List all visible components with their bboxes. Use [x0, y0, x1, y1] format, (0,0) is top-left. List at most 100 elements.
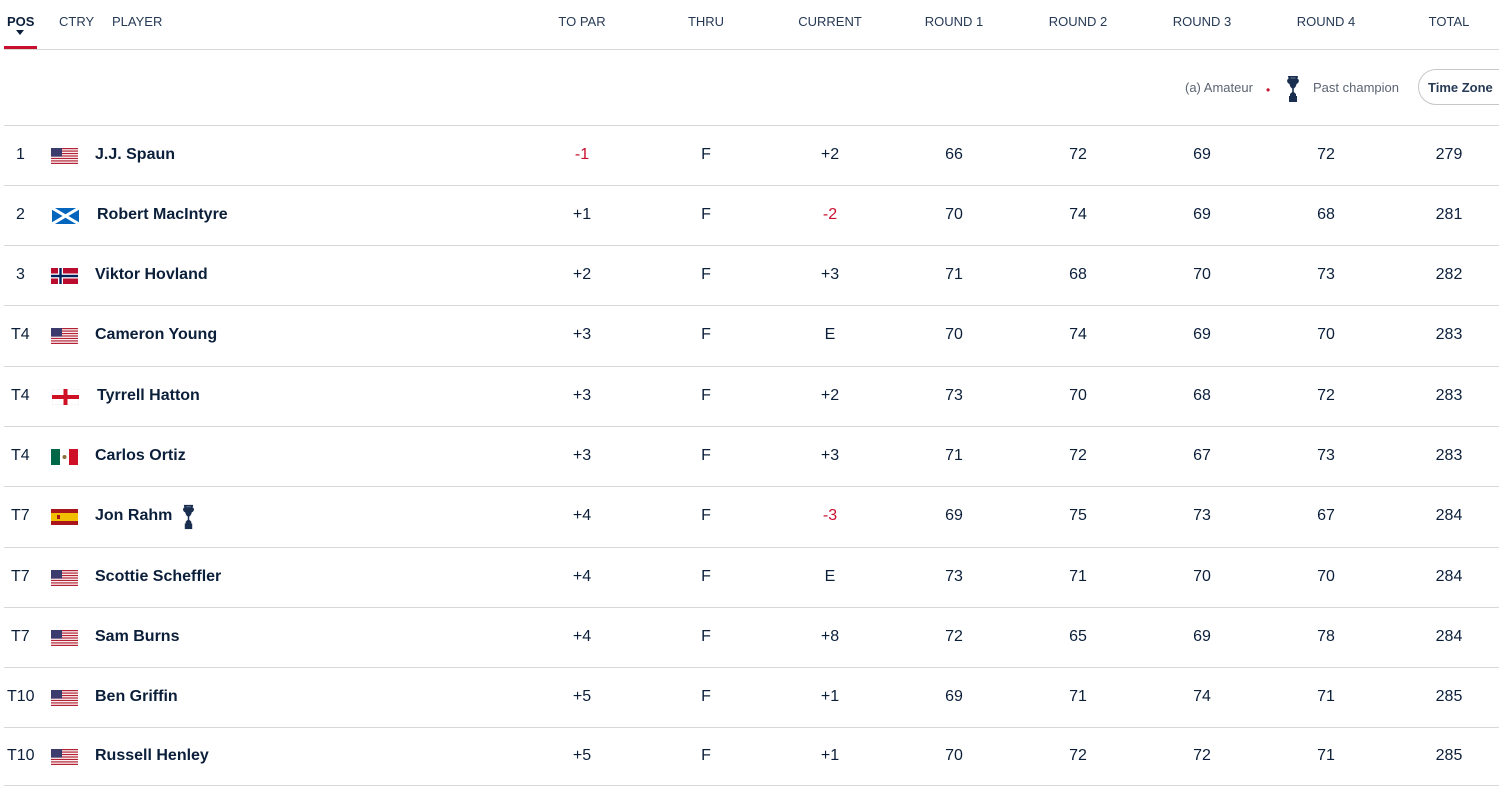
- round-2-cell: 74: [1069, 326, 1087, 343]
- round-1-cell: 70: [945, 746, 963, 764]
- column-header-to-par[interactable]: TO PAR: [558, 14, 605, 29]
- column-header-round-4[interactable]: ROUND 4: [1297, 14, 1356, 29]
- current-cell: +2: [820, 145, 840, 163]
- round-1-cell: 73: [945, 567, 963, 585]
- position-cell: 2: [16, 205, 25, 223]
- position-cell: T7: [11, 507, 30, 524]
- player-name-link[interactable]: Sam Burns: [95, 628, 179, 646]
- total-cell: 282: [1435, 265, 1463, 283]
- trophy-icon: [1286, 75, 1300, 103]
- position-cell: T4: [11, 386, 30, 404]
- current-cell: +3: [820, 446, 840, 464]
- round-1-cell: 66: [945, 145, 963, 163]
- to-par-cell: +4: [572, 567, 592, 585]
- round-1-cell: 71: [945, 265, 963, 283]
- mexico-flag-icon: [51, 448, 78, 465]
- table-row[interactable]: T4 Cameron Young +3 F E 70 74 69 70 283: [4, 306, 1499, 367]
- player-name-link[interactable]: Cameron Young: [95, 326, 217, 344]
- player-name-link[interactable]: Jon Rahm: [95, 507, 172, 525]
- scotland-flag-icon: [52, 207, 79, 224]
- legend-amateur: (a) Amateur: [1185, 80, 1253, 95]
- thru-cell: F: [701, 687, 711, 705]
- current-cell: -3: [822, 507, 838, 524]
- to-par-cell: +5: [572, 687, 592, 705]
- thru-cell: F: [701, 627, 711, 645]
- player-name-link[interactable]: Russell Henley: [95, 747, 209, 765]
- player-name-link[interactable]: Viktor Hovland: [95, 266, 208, 284]
- us-flag-icon: [51, 748, 78, 765]
- round-3-cell: 70: [1193, 265, 1211, 283]
- player-name-link[interactable]: Ben Griffin: [95, 688, 178, 706]
- column-header-round-2[interactable]: ROUND 2: [1049, 14, 1108, 29]
- total-cell: 283: [1435, 326, 1463, 343]
- thru-cell: F: [701, 326, 711, 343]
- round-3-cell: 69: [1193, 326, 1211, 343]
- to-par-cell: +3: [572, 446, 592, 464]
- total-cell: 284: [1435, 627, 1463, 645]
- thru-cell: F: [701, 567, 711, 585]
- column-header-ctry[interactable]: CTRY: [59, 14, 94, 29]
- table-row[interactable]: T4 Tyrrell Hatton +3 F +2 73 70 68 72 283: [4, 367, 1499, 427]
- player-name-link[interactable]: J.J. Spaun: [95, 146, 175, 164]
- time-zone-button[interactable]: Time Zone: [1418, 69, 1499, 105]
- current-cell: +1: [820, 687, 840, 705]
- total-cell: 283: [1435, 446, 1463, 464]
- position-cell: T7: [11, 627, 30, 645]
- to-par-cell: +1: [572, 205, 592, 223]
- round-4-cell: 71: [1317, 687, 1335, 705]
- sort-caret-down-icon: [16, 30, 24, 35]
- spain-flag-icon: [51, 509, 78, 525]
- round-4-cell: 73: [1317, 446, 1335, 464]
- table-row[interactable]: T7 Sam Burns +4 F +8 72 65 69 78 284: [4, 608, 1499, 668]
- thru-cell: F: [701, 205, 711, 223]
- table-row[interactable]: 2 Robert MacIntyre +1 F -2 70 74 69 68 281: [4, 186, 1499, 246]
- table-row[interactable]: T10 Russell Henley +5 F +1 70 72 72 71 285: [4, 728, 1499, 786]
- column-header-thru[interactable]: THRU: [688, 14, 724, 29]
- column-header-round-1[interactable]: ROUND 1: [925, 14, 984, 29]
- to-par-cell: +4: [572, 627, 592, 645]
- round-4-cell: 71: [1317, 746, 1335, 764]
- round-3-cell: 70: [1193, 567, 1211, 585]
- to-par-cell: +5: [572, 746, 592, 764]
- us-flag-icon: [51, 689, 78, 706]
- total-cell: 285: [1435, 746, 1463, 764]
- table-row[interactable]: 3 Viktor Hovland +2 F +3 71 68 70 73 282: [4, 246, 1499, 306]
- round-3-cell: 73: [1193, 507, 1211, 524]
- column-header-round-3[interactable]: ROUND 3: [1173, 14, 1232, 29]
- player-name-link[interactable]: Scottie Scheffler: [95, 568, 221, 586]
- to-par-cell: +2: [572, 265, 592, 283]
- current-cell: +2: [820, 386, 840, 404]
- round-2-cell: 72: [1069, 145, 1087, 163]
- table-row[interactable]: 1 J.J. Spaun -1 F +2 66 72 69 72 279: [4, 126, 1499, 186]
- england-flag-icon: [52, 388, 79, 405]
- round-3-cell: 68: [1193, 386, 1211, 404]
- column-header-player[interactable]: PLAYER: [112, 14, 162, 29]
- position-cell: 3: [16, 265, 25, 283]
- round-3-cell: 69: [1193, 205, 1211, 223]
- total-cell: 281: [1435, 205, 1463, 223]
- player-name-link[interactable]: Carlos Ortiz: [95, 447, 186, 465]
- table-row[interactable]: T4 Carlos Ortiz +3 F +3 71 72 67 73 283: [4, 427, 1499, 487]
- norway-flag-icon: [51, 267, 78, 284]
- table-row[interactable]: T7 Scottie Scheffler +4 F E 73 71 70 70 284: [4, 548, 1499, 608]
- column-header-current[interactable]: CURRENT: [798, 14, 862, 29]
- round-1-cell: 69: [945, 507, 963, 524]
- player-name-link[interactable]: Tyrrell Hatton: [97, 387, 200, 405]
- table-row[interactable]: T7 Jon Rahm +4 F -3 69 75 73 67 284: [4, 487, 1499, 548]
- current-cell: E: [824, 567, 836, 585]
- player-name-link[interactable]: Robert MacIntyre: [97, 206, 228, 224]
- column-header-total[interactable]: TOTAL: [1429, 14, 1470, 29]
- us-flag-icon: [51, 147, 78, 164]
- table-row[interactable]: T10 Ben Griffin +5 F +1 69 71 74 71 285: [4, 668, 1499, 728]
- total-cell: 284: [1435, 507, 1463, 524]
- round-2-cell: 74: [1069, 205, 1087, 223]
- thru-cell: F: [701, 265, 711, 283]
- column-header-pos[interactable]: POS: [7, 14, 34, 29]
- us-flag-icon: [51, 569, 78, 586]
- total-cell: 283: [1435, 386, 1463, 404]
- current-cell: +8: [820, 627, 840, 645]
- current-cell: +3: [820, 265, 840, 283]
- round-3-cell: 72: [1193, 746, 1211, 764]
- round-2-cell: 72: [1069, 446, 1087, 464]
- to-par-cell: +4: [572, 507, 592, 524]
